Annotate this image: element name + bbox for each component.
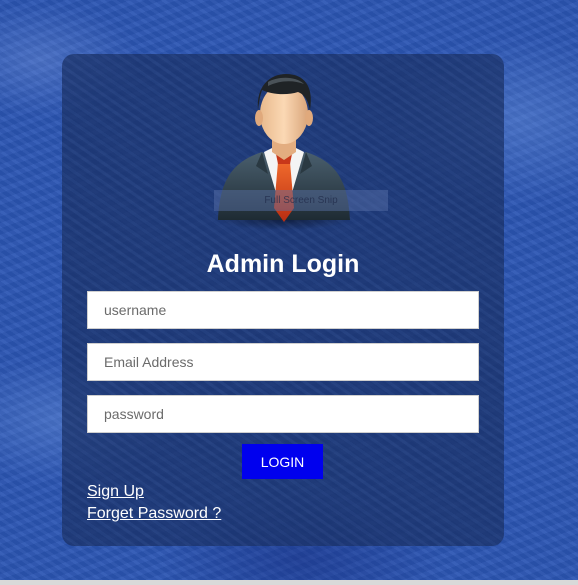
- forget-password-link[interactable]: Forget Password ?: [87, 504, 221, 524]
- email-field[interactable]: [87, 343, 479, 381]
- sign-up-link[interactable]: Sign Up: [87, 482, 144, 502]
- password-field[interactable]: [87, 395, 479, 433]
- login-button[interactable]: LOGIN: [242, 444, 323, 479]
- username-input[interactable]: [87, 291, 479, 329]
- bottom-border: [0, 580, 578, 585]
- snip-overlay: Full Screen Snip: [214, 190, 388, 211]
- page-title: Admin Login: [206, 250, 360, 278]
